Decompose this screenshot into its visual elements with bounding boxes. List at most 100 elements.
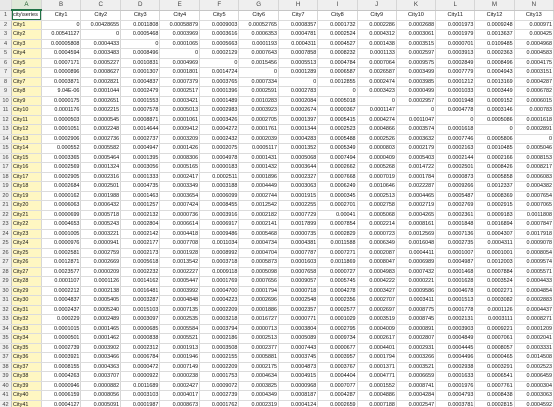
cell[interactable]: 0.0002535	[159, 314, 201, 325]
cell[interactable]: 0.0011034	[199, 238, 240, 249]
cell[interactable]: City24	[11, 238, 42, 249]
column-header[interactable]: E	[159, 0, 201, 11]
cell[interactable]: 0	[80, 29, 122, 40]
cell[interactable]: 0.0002489	[80, 314, 122, 325]
cell[interactable]: 0.0008369	[474, 191, 515, 201]
row-number[interactable]: 24	[0, 229, 13, 239]
cell[interactable]: 0.0004449	[238, 181, 280, 192]
cell[interactable]: 0.0005513	[278, 58, 319, 68]
cell[interactable]: 0.0004223	[199, 295, 240, 306]
cell[interactable]: 0.0002144	[435, 153, 476, 163]
cell[interactable]: 0.0004734	[238, 238, 280, 249]
cell[interactable]: 0.0001352	[278, 143, 319, 154]
cell[interactable]: 0.0001307	[120, 67, 161, 78]
cell[interactable]: 0.0023577	[41, 267, 82, 277]
cell[interactable]: 0.0005718	[80, 210, 122, 220]
cell[interactable]: 0.000783	[514, 105, 554, 116]
row-number[interactable]: 39	[0, 371, 13, 382]
cell[interactable]: 0.0003188	[199, 181, 240, 192]
column-header[interactable]: M	[474, 0, 515, 11]
cell[interactable]: 0.0004592	[514, 400, 554, 407]
cell[interactable]: 0.0007061	[474, 333, 515, 344]
cell[interactable]: 0.0002501	[80, 181, 122, 192]
column-header[interactable]: H	[278, 0, 319, 11]
cell[interactable]: 0.0002938	[435, 362, 476, 372]
cell[interactable]: 0.0006249	[317, 181, 358, 192]
cell[interactable]: 0.0002517	[159, 86, 201, 97]
cell[interactable]: 0.0006353	[238, 29, 280, 40]
cell[interactable]: City9	[357, 10, 397, 21]
cell[interactable]: 0.0006432	[80, 200, 122, 211]
cell[interactable]: 0.0003707	[80, 371, 122, 382]
cell[interactable]: 0.0007379	[159, 77, 201, 87]
cell[interactable]: 0.0001848	[435, 219, 476, 230]
cell[interactable]: 0.0004678	[435, 286, 476, 296]
cell[interactable]: 0.0002513	[357, 191, 397, 201]
cell[interactable]: 0.0006917	[199, 219, 240, 230]
cell[interactable]: City18	[11, 181, 42, 192]
cell[interactable]: 0.0010646	[357, 181, 397, 192]
cell[interactable]: 0.0005243	[80, 219, 122, 230]
cell[interactable]: 0.0008673	[159, 400, 201, 407]
cell[interactable]: 0.0000941	[80, 238, 122, 249]
cell[interactable]: 0.0002697	[357, 305, 397, 315]
cell[interactable]: 0.0001033	[435, 86, 476, 97]
cell[interactable]: 0.0007779	[435, 67, 476, 78]
cell[interactable]: 0.0004175	[514, 58, 554, 68]
cell[interactable]: 0.0003287	[120, 295, 161, 306]
cell[interactable]: 0.0001976	[435, 381, 476, 391]
cell[interactable]: 0.0003515	[396, 39, 437, 49]
cell[interactable]: 0.0000968	[278, 381, 319, 391]
column-header[interactable]: C	[80, 0, 122, 11]
cell[interactable]: 0.0007787	[278, 248, 319, 258]
cell[interactable]: 0.0007847	[514, 219, 554, 230]
cell[interactable]: 0.0005582	[80, 143, 122, 154]
cell[interactable]: 0.0004349	[238, 390, 280, 401]
cell[interactable]: City15	[11, 153, 42, 163]
cell[interactable]: 0.0002957	[396, 96, 437, 106]
row-number[interactable]: 8	[0, 77, 13, 87]
cell[interactable]: 0	[159, 48, 201, 59]
cell[interactable]: 0.0007065	[514, 200, 554, 211]
cell[interactable]: 0.0003574	[396, 124, 437, 135]
cell[interactable]: 0.0000503	[41, 115, 82, 125]
cell[interactable]: 0.0001633	[435, 371, 476, 382]
cell[interactable]: 0.0014162	[120, 276, 161, 287]
cell[interactable]: 0.0017899	[278, 219, 319, 230]
cell[interactable]: 0.0004837	[120, 77, 161, 87]
cell[interactable]: 0.0002523	[317, 124, 358, 135]
cell[interactable]: City21	[11, 210, 42, 220]
cell[interactable]: 0.0004866	[357, 124, 397, 135]
cell[interactable]: 0.0004837	[41, 295, 82, 306]
cell[interactable]: 0.0007761	[474, 381, 515, 391]
cell[interactable]: City4	[11, 48, 42, 59]
cell[interactable]: 0.0005018	[317, 96, 358, 106]
cell[interactable]: 0.0001289	[278, 67, 319, 78]
cell[interactable]: 0.0001618	[435, 124, 476, 135]
cell[interactable]: 0.0007884	[474, 267, 515, 277]
cell[interactable]: 0.0004009	[357, 324, 397, 334]
cell[interactable]: 0.0008426	[474, 162, 515, 173]
cell[interactable]: 0.0009412	[159, 124, 201, 135]
cell[interactable]: 0.0006159	[41, 390, 82, 401]
cell[interactable]: 0	[120, 39, 161, 49]
cell[interactable]: 0.0005117	[238, 143, 280, 154]
cell[interactable]: 0.0001044	[80, 86, 122, 97]
cell[interactable]: 0.0005046	[514, 143, 554, 154]
cell[interactable]: 0.0002377	[238, 343, 280, 353]
cell[interactable]: 0.0004127	[41, 400, 82, 407]
cell[interactable]: City16	[11, 162, 42, 173]
cell[interactable]: 0.0000699	[41, 210, 82, 220]
cell[interactable]: 0.0001761	[238, 124, 280, 135]
cell[interactable]: 0.0001948	[435, 96, 476, 106]
cell[interactable]: 0.0001778	[435, 305, 476, 315]
row-number[interactable]: 20	[0, 191, 13, 201]
cell[interactable]: 0.0012569	[396, 229, 437, 239]
cell[interactable]: 0.0003765	[199, 77, 240, 87]
cell[interactable]: 0.0011808	[120, 20, 161, 30]
cell[interactable]: 0.0002186	[199, 333, 240, 344]
cell[interactable]: 0.0006063	[41, 200, 82, 211]
cell[interactable]: 0.0007188	[357, 400, 397, 407]
cell[interactable]: 0.0005663	[199, 39, 240, 49]
cell[interactable]: 0.0002417	[159, 172, 201, 182]
